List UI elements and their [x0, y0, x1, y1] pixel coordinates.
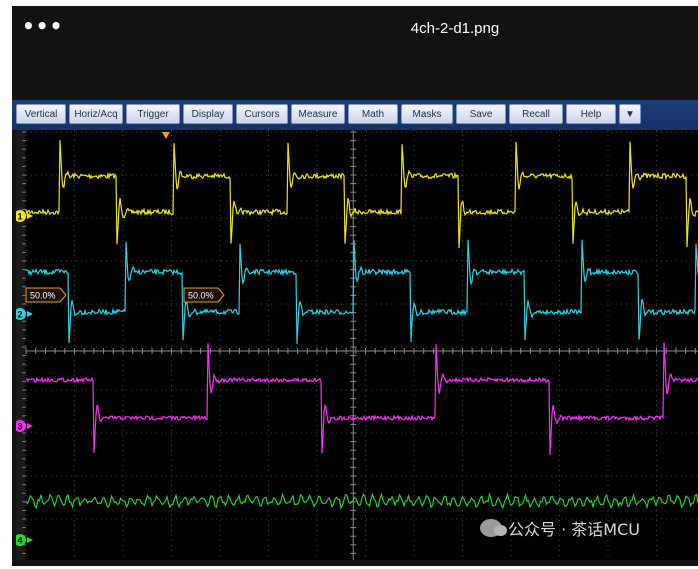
menu-help[interactable]: Help: [566, 104, 616, 124]
menu-masks[interactable]: Masks: [401, 104, 453, 124]
image-title: 4ch-2-d1.png: [410, 20, 500, 37]
menu-horiz-acq[interactable]: Horiz/Acq: [69, 104, 123, 124]
menu-trigger[interactable]: Trigger: [126, 104, 180, 124]
menu-math[interactable]: Math: [348, 104, 398, 124]
graticule: [16, 130, 698, 560]
channel-markers: 1 2 3 4 50.0% 50.0%: [16, 132, 225, 546]
channel-2-waveform: [25, 239, 698, 344]
menu-dropdown-button[interactable]: ▼: [619, 104, 641, 124]
viewer-titlebar: ••• 4ch-2-d1.png: [12, 6, 698, 96]
trigger-position-marker[interactable]: [162, 132, 170, 139]
image-viewer-window: ••• 4ch-2-d1.png Vertical Horiz/Acq Trig…: [12, 6, 698, 566]
channel-1-label: 1: [17, 212, 22, 222]
channel-3-arrow: [27, 423, 33, 429]
menu-measure[interactable]: Measure: [291, 104, 345, 124]
threshold-marker-1[interactable]: 50.0%: [25, 287, 67, 303]
threshold-marker-2[interactable]: 50.0%: [183, 287, 225, 303]
channel-2-label: 2: [17, 310, 22, 320]
channel-3-label: 3: [17, 422, 22, 432]
scope-display: 1 2 3 4 50.0% 50.0%: [16, 130, 698, 560]
menu-recall[interactable]: Recall: [509, 104, 563, 124]
watermark: 公众号 · 茶话MCU: [480, 516, 640, 540]
menu-vertical[interactable]: Vertical: [16, 104, 66, 124]
scope-menu-bar: Vertical Horiz/Acq Trigger Display Curso…: [12, 100, 698, 130]
channel-4-label: 4: [17, 536, 22, 546]
menu-save[interactable]: Save: [456, 104, 506, 124]
threshold-badge-text: 50.0%: [30, 291, 56, 301]
waveform-area: 1 2 3 4 50.0% 50.0%: [16, 130, 698, 560]
menu-cursors[interactable]: Cursors: [236, 104, 288, 124]
channel-4-arrow: [27, 537, 33, 543]
threshold-badge-text: 50.0%: [188, 291, 214, 301]
left-ruler: [16, 130, 25, 560]
channel-3-waveform: [25, 342, 698, 456]
channel-4-waveform: [25, 492, 698, 510]
waveform-traces: [25, 140, 698, 510]
menu-display[interactable]: Display: [183, 104, 233, 124]
channel-1-waveform: [25, 140, 698, 249]
watermark-text: 公众号 · 茶话MCU: [508, 520, 640, 539]
channel-2-arrow: [27, 311, 33, 317]
wechat-logo-icon: [480, 519, 507, 537]
